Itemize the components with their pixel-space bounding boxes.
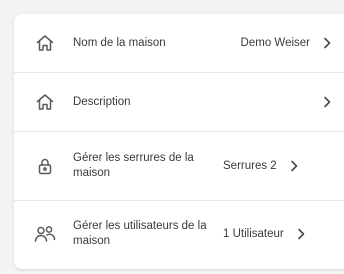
settings-row-description[interactable]: Description [14, 73, 344, 132]
row-label: Gérer les serrures de la maison [73, 152, 194, 179]
settings-row-manage-users[interactable]: Gérer les utilisateurs de la maison 1 Ut… [14, 201, 344, 267]
users-icon [34, 223, 56, 245]
row-value: Demo Weiser [240, 37, 310, 49]
chevron-right-icon [296, 227, 306, 241]
row-label: Description [73, 95, 131, 108]
chevron-right-icon [322, 95, 332, 109]
settings-row-home-name[interactable]: Nom de la maison Demo Weiser [14, 14, 344, 73]
settings-card: Nom de la maison Demo Weiser Description… [14, 14, 344, 269]
settings-row-manage-locks[interactable]: Gérer les serrures de la maison Serrures… [14, 132, 344, 201]
home-icon [34, 91, 56, 113]
row-label: Nom de la maison [73, 36, 166, 49]
row-value: 1 Utilisateur [223, 228, 284, 240]
row-label: Gérer les utilisateurs de la maison [73, 220, 207, 247]
home-icon [34, 32, 56, 54]
chevron-right-icon [322, 36, 332, 50]
row-value: Serrures 2 [223, 160, 277, 172]
chevron-right-icon [289, 159, 299, 173]
lock-icon [34, 155, 56, 177]
